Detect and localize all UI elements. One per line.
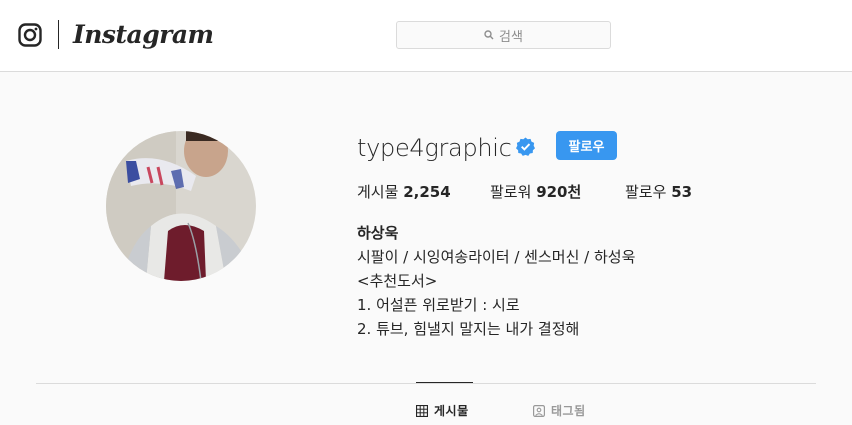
tab-posts[interactable]: 게시물: [416, 402, 469, 419]
stat-posts-value: 2,254: [403, 183, 451, 201]
stat-following[interactable]: 팔로우 53: [625, 181, 692, 203]
profile-avatar[interactable]: [106, 131, 256, 281]
tab-posts-label: 게시물: [434, 404, 469, 418]
search-placeholder: 검색: [499, 29, 523, 45]
instagram-wordmark-logo[interactable]: Instagram: [73, 20, 214, 50]
stat-posts-label: 게시물: [357, 183, 399, 201]
profile-bio: 하상욱 시팔이 / 시잉여송라이터 / 센스머신 / 하성욱 <추천도서> 1.…: [357, 221, 635, 341]
bio-full-name: 하상욱: [357, 224, 399, 242]
profile-username: type4graphic: [357, 134, 512, 162]
logo-divider: [58, 20, 59, 49]
bio-line: 시팔이 / 시잉여송라이터 / 센스머신 / 하성욱: [357, 248, 636, 266]
tabs-divider: [36, 383, 816, 384]
top-navigation-bar: Instagram 검색: [0, 0, 852, 72]
stat-followers[interactable]: 팔로워 920천: [490, 181, 581, 203]
stat-posts[interactable]: 게시물 2,254: [357, 181, 451, 203]
grid-icon: [416, 404, 428, 417]
tab-tagged-label: 태그됨: [551, 404, 586, 418]
tab-tagged[interactable]: 태그됨: [533, 402, 586, 419]
search-icon: [484, 30, 494, 40]
active-tab-indicator: [416, 382, 473, 383]
stat-following-value: 53: [671, 183, 693, 201]
stat-followers-label: 팔로워: [490, 183, 532, 201]
bio-line: 1. 어설픈 위로받기 : 시로: [357, 296, 520, 314]
search-input[interactable]: 검색: [396, 21, 611, 49]
follow-button[interactable]: 팔로우: [556, 131, 617, 160]
tagged-icon: [533, 404, 545, 417]
bio-line: 2. 튜브, 힘낼지 말지는 내가 결정해: [357, 320, 580, 338]
stat-following-label: 팔로우: [625, 183, 667, 201]
stat-followers-value: 920천: [536, 183, 582, 201]
verified-badge-icon: [516, 137, 535, 156]
instagram-camera-icon[interactable]: [18, 23, 42, 47]
bio-line: <추천도서>: [357, 272, 438, 290]
